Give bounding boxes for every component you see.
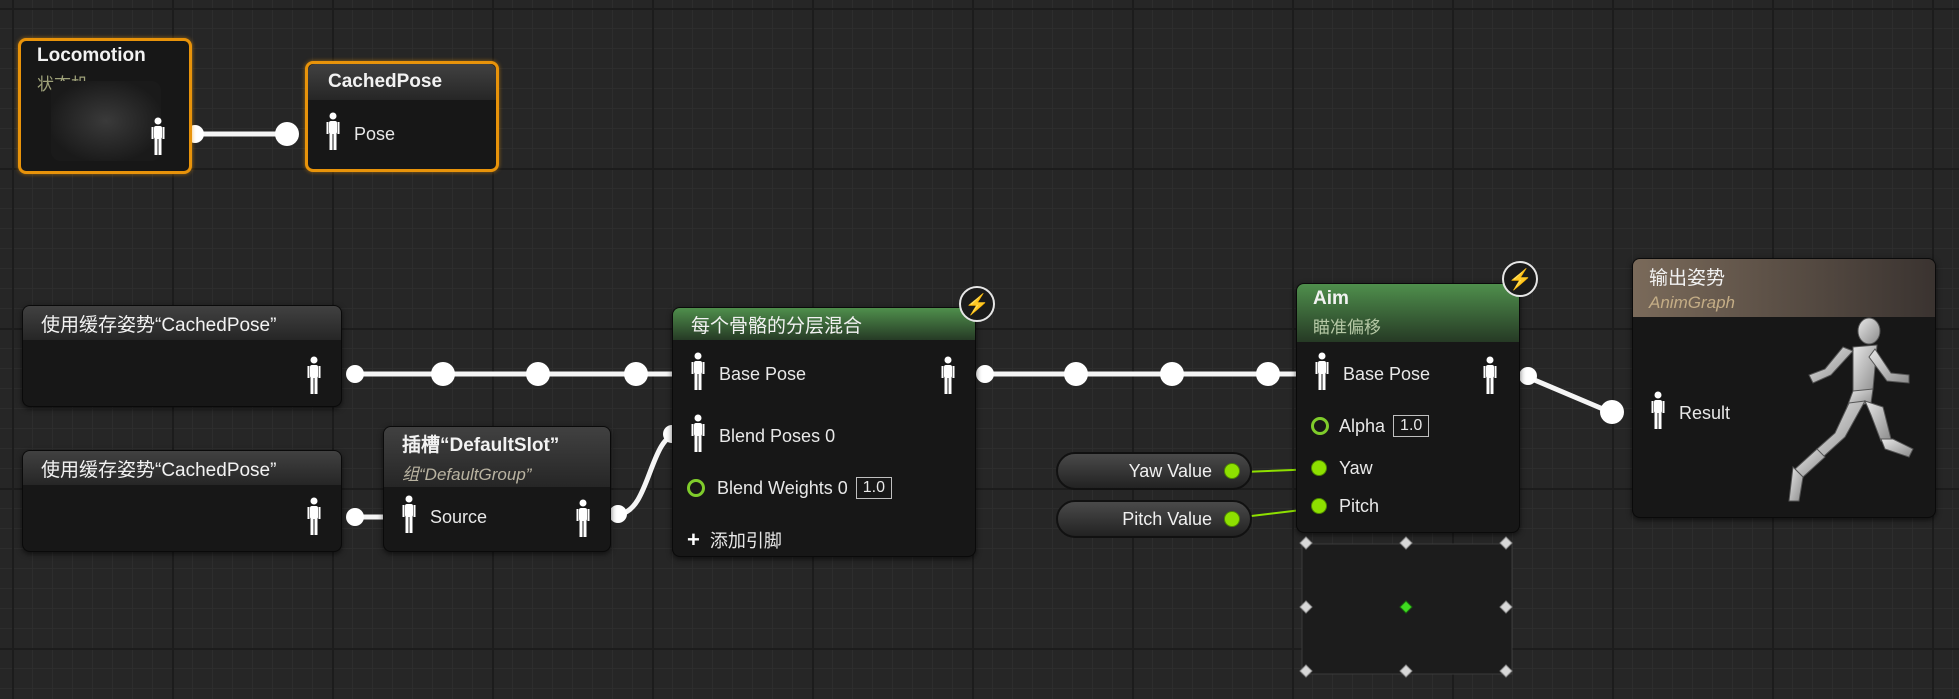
float-pin-unconnected-icon[interactable]: [1311, 417, 1329, 435]
node-title: CachedPose: [328, 71, 443, 92]
person-pose-icon[interactable]: [691, 414, 705, 459]
person-pose-icon[interactable]: [151, 117, 165, 162]
blend-space-preview: [1299, 536, 1513, 678]
use-cached-pose-node-2[interactable]: 使用缓存姿势“CachedPose”: [22, 450, 342, 552]
person-pose-icon[interactable]: [402, 495, 416, 540]
float-output-pin[interactable]: [1224, 463, 1240, 479]
node-title: Aim: [1313, 288, 1349, 309]
variable-label: Yaw Value: [1128, 460, 1212, 481]
person-pose-icon[interactable]: [941, 356, 955, 401]
node-title: 使用缓存姿势“CachedPose”: [41, 459, 277, 481]
pitch-pin-label: Pitch: [1339, 495, 1380, 516]
yaw-value-node[interactable]: Yaw Value: [1056, 452, 1252, 490]
running-mannequin-icon: [1788, 317, 1914, 502]
node-title: 使用缓存姿势“CachedPose”: [41, 314, 277, 336]
result-pin-label: Result: [1679, 402, 1731, 423]
float-pin-unconnected-icon[interactable]: [687, 479, 705, 497]
node-title: 插槽“DefaultSlot”: [402, 434, 560, 456]
base-pose-pin-label: Base Pose: [1343, 363, 1431, 384]
person-pose-icon[interactable]: [576, 499, 590, 544]
float-pin-connected-icon[interactable]: [1311, 460, 1327, 476]
node-title: 输出姿势: [1649, 268, 1726, 289]
person-pose-icon[interactable]: [691, 352, 705, 397]
yaw-pin-label: Yaw: [1339, 457, 1373, 478]
person-pose-icon[interactable]: [307, 497, 321, 542]
person-pose-icon[interactable]: [1483, 356, 1497, 401]
node-subtitle: 组“DefaultGroup”: [402, 464, 532, 484]
base-pose-pin-label: Base Pose: [719, 363, 807, 384]
person-pose-icon[interactable]: [326, 112, 340, 157]
add-pin-label: 添加引脚: [709, 531, 782, 551]
node-title: Locomotion: [37, 45, 146, 66]
use-cached-pose-node-1[interactable]: 使用缓存姿势“CachedPose”: [22, 305, 342, 407]
alpha-pin-label: Alpha: [1339, 415, 1386, 436]
pin-label: Pose: [354, 123, 396, 144]
output-pose-node[interactable]: 输出姿势 AnimGraph Result: [1632, 258, 1936, 518]
wire-aim-output: [1522, 373, 1613, 415]
add-pin-button[interactable]: + 添加引脚: [687, 524, 782, 556]
float-pin-connected-icon[interactable]: [1311, 498, 1327, 514]
alpha-input[interactable]: 1.0: [1393, 415, 1430, 437]
node-subtitle: 瞄准偏移: [1313, 318, 1381, 337]
wire-slot-blend: [617, 431, 681, 517]
lightning-icon: ⚡: [1502, 261, 1538, 297]
float-output-pin[interactable]: [1224, 511, 1240, 527]
cached-pose-node[interactable]: CachedPose Pose: [305, 61, 499, 172]
pin-label: Source: [430, 506, 488, 527]
locomotion-node[interactable]: Locomotion 状态机: [18, 38, 192, 174]
lightning-icon: ⚡: [959, 286, 995, 322]
layered-blend-per-bone-node[interactable]: 每个骨骼的分层混合 Base Pose Blend Poses 0 Blend …: [672, 307, 976, 557]
person-pose-icon[interactable]: [307, 356, 321, 401]
blend-weights-input[interactable]: 1.0: [855, 477, 892, 499]
state-machine-preview: [51, 81, 161, 161]
node-subtitle: AnimGraph: [1649, 293, 1735, 312]
person-pose-icon[interactable]: [1651, 391, 1665, 436]
pitch-value-node[interactable]: Pitch Value: [1056, 500, 1252, 538]
aim-offset-node[interactable]: Aim 瞄准偏移 Base Pose Alpha 1.0 Yaw Pitch: [1296, 283, 1520, 533]
slot-node[interactable]: 插槽“DefaultSlot” 组“DefaultGroup” Source: [383, 426, 611, 552]
blend-poses-pin-label: Blend Poses 0: [719, 425, 836, 446]
plus-icon: +: [687, 527, 700, 552]
person-pose-icon[interactable]: [1315, 352, 1329, 397]
variable-label: Pitch Value: [1122, 508, 1212, 529]
blend-weights-pin-label: Blend Weights 0: [717, 477, 848, 498]
node-header: CachedPose: [308, 64, 496, 100]
node-title: 每个骨骼的分层混合: [691, 315, 863, 337]
